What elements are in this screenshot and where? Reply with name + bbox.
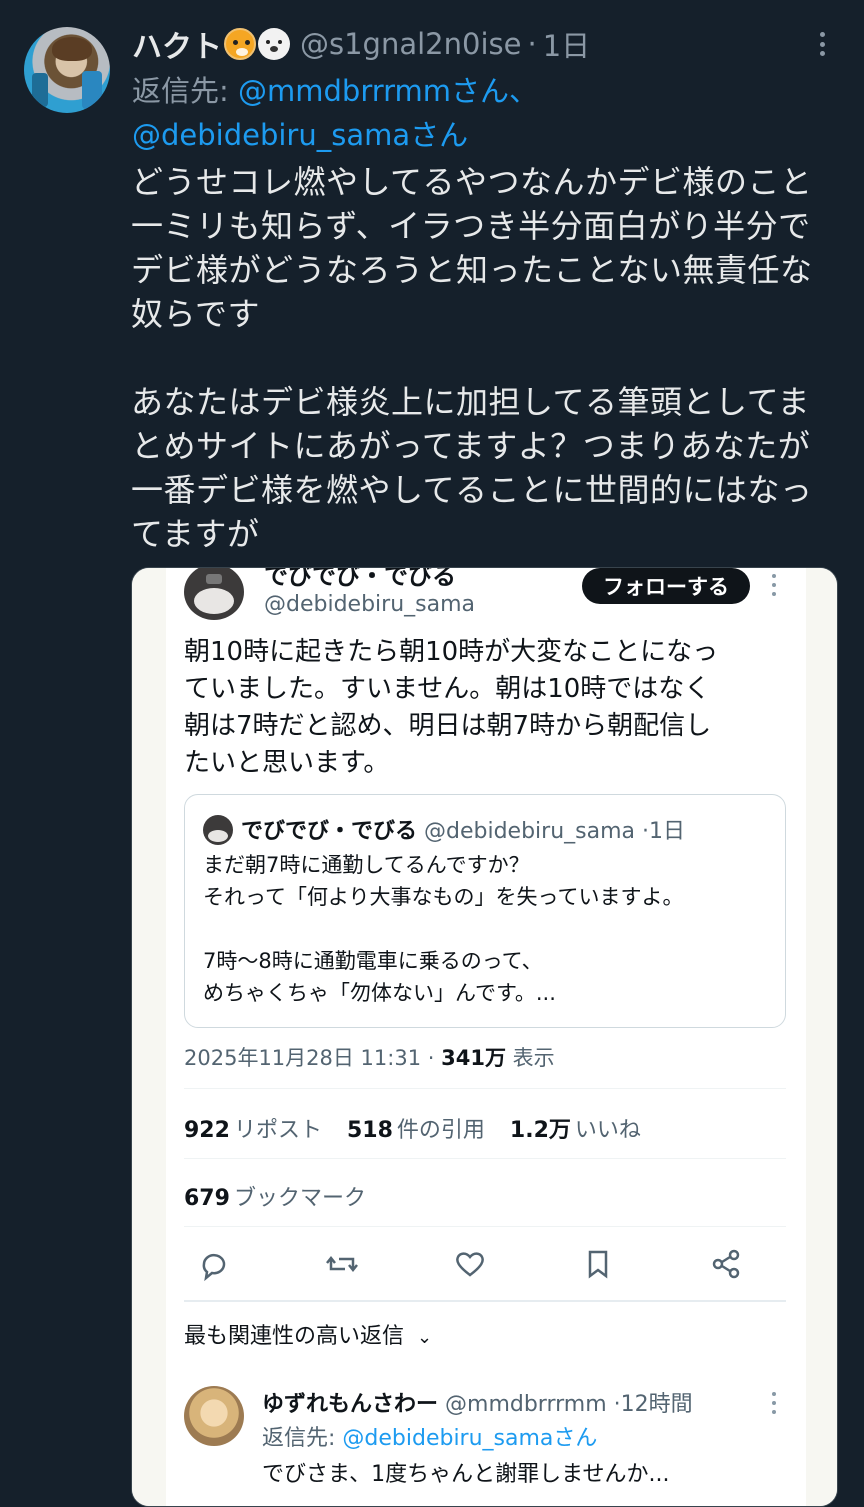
screenshot-relevant-replies: 最も関連性の高い返信 ⌄	[184, 1318, 432, 1350]
likes-label: いいね	[574, 1118, 641, 1143]
body-line: あなたはデビ様炎上に加担してる筆頭としてま	[131, 383, 810, 421]
user-handle[interactable]: @s1gnal2n0ise	[300, 27, 521, 61]
screenshot-tweet-text: 朝10時に起きたら朝10時が大変なことになっ ていました。すいません。朝は10時…	[184, 634, 784, 782]
quote-text: まだ朝7時に通勤してるんですか？ それって「何より大事なもの」を失っていますよ。…	[203, 849, 773, 1009]
quote-header: でびでび・でびる @debidebiru_sama ·1日	[241, 813, 685, 845]
quote-separator: ·	[642, 819, 650, 844]
quotes-label: 件の引用	[396, 1118, 485, 1143]
tweet-body: どうせコレ燃やしてるやつなんかデビ様のこと 一ミリも知らず、イラつき半分面白がり…	[131, 160, 841, 556]
quotes-count: 518	[346, 1118, 393, 1143]
quote-line: めちゃくちゃ「勿体ない」んです。...	[203, 981, 556, 1005]
quote-blank-line	[203, 913, 773, 945]
screenshot-bookmarks: 679 ブックマーク	[184, 1180, 366, 1212]
display-name[interactable]: ハクト	[132, 22, 222, 66]
screenshot-avatar	[184, 568, 244, 620]
reposts-label: リポスト	[233, 1118, 322, 1143]
reply-separator: ·	[613, 1392, 621, 1417]
screenshot-text-line: ていました。すいません。朝は10時ではなく	[184, 674, 711, 704]
body-line: 一ミリも知らず、イラつき半分面白がり半分で	[131, 207, 811, 245]
polar-bear-emoji-icon	[258, 28, 290, 60]
screenshot-follow-button: フォローする	[582, 568, 750, 604]
reply-to-link-debidebiru[interactable]: @debidebiru_samaさん	[132, 118, 468, 152]
relevant-label: 最も関連性の高い返信	[184, 1324, 405, 1349]
screenshot-more-icon	[770, 574, 778, 596]
reply-to-line: 返信先: @mmdbrrrmmさん、	[132, 68, 538, 110]
screenshot-text-line: 朝10時に起きたら朝10時が大変なことになっ	[184, 637, 719, 667]
tweet[interactable]: ハクト @s1gnal2n0ise · 1日 返信先: @mmdbrrrmmさん…	[0, 0, 864, 1507]
reply-icon	[202, 1253, 226, 1282]
share-icon	[712, 1249, 740, 1279]
body-line: 奴らです	[131, 295, 261, 333]
screenshot-handle: @debidebiru_sama	[264, 592, 475, 617]
chevron-down-icon: ⌄	[417, 1327, 433, 1348]
user-avatar[interactable]	[24, 27, 110, 113]
screenshot-text-line: 朝は7時だと認め、明日は朝7時から朝配信し	[184, 711, 712, 741]
tweet-header: ハクト @s1gnal2n0ise · 1日	[132, 22, 590, 66]
more-options-icon[interactable]	[812, 28, 832, 60]
reply-handle: @mmdbrrrmm	[445, 1392, 607, 1417]
screenshot-display-name: でびでび・でびる	[264, 567, 456, 590]
reply-reply-to: 返信先: @debidebiru_samaさん	[262, 1420, 597, 1452]
reposts-count: 922	[184, 1118, 230, 1143]
reply-to-link-mmdbrrrmm[interactable]: @mmdbrrrmmさん、	[238, 74, 538, 108]
screenshot-action-bar	[194, 1242, 774, 1286]
like-icon	[456, 1252, 484, 1277]
bookmarks-count: 679	[184, 1186, 230, 1211]
quote-avatar	[203, 815, 233, 845]
reply-time: 12時間	[620, 1392, 693, 1417]
screenshot-views-label: 表示	[505, 1046, 555, 1070]
post-time[interactable]: 1日	[543, 23, 590, 65]
body-line: 一番デビ様を燃やしてることに世間的にはなっ	[131, 471, 813, 509]
attached-screenshot-image[interactable]: でびでび・でびる @debidebiru_sama フォローする 朝10時に起き…	[131, 567, 838, 1507]
body-line: てますが	[131, 515, 260, 553]
repost-icon	[326, 1255, 358, 1273]
quote-time: 1日	[649, 819, 686, 844]
screenshot-text-line: たいと思います。	[184, 748, 390, 778]
quote-name: でびでび・でびる	[241, 819, 418, 844]
reply-more-icon	[770, 1392, 778, 1414]
screenshot-timestamp-views: 2025年11月28日 11:31 · 341万 表示	[184, 1042, 555, 1072]
body-line: どうせコレ燃やしてるやつなんかデビ様のこと	[131, 163, 813, 201]
reply-text: でびさま、1度ちゃんと謝罪しませんか...	[262, 1462, 670, 1487]
separator: ·	[527, 27, 537, 61]
bookmarks-label: ブックマーク	[233, 1186, 366, 1211]
quote-line: 7時〜8時に通勤電車に乗るのって、	[203, 949, 543, 973]
reply-reply-to-user: @debidebiru_samaさん	[342, 1426, 598, 1451]
quote-line: それって「何より大事なもの」を失っていますよ。	[203, 885, 684, 909]
body-line: とめサイトにあがってますよ？つまりあなたが	[131, 427, 811, 465]
screenshot-timestamp: 2025年11月28日 11:31 ·	[184, 1046, 442, 1070]
tiger-emoji-icon	[224, 28, 256, 60]
bookmark-icon	[588, 1250, 608, 1279]
screenshot-quote-tweet: でびでび・でびる @debidebiru_sama ·1日 まだ朝7時に通勤して…	[184, 794, 786, 1028]
quote-handle: @debidebiru_sama	[424, 819, 636, 844]
body-line: デビ様がどうなろうと知ったことない無責任な	[131, 251, 813, 289]
reply-header: ゆずれもんさわー @mmdbrrrmm ·12時間	[262, 1386, 693, 1418]
reply-to-prefix: 返信先:	[132, 74, 238, 108]
screenshot-views-count: 341万	[441, 1046, 506, 1070]
quote-line: まだ朝7時に通勤してるんですか？	[203, 853, 530, 877]
screenshot-stats: 922 リポスト 518 件の引用 1.2万 いいね	[184, 1112, 641, 1144]
reply-name: ゆずれもんさわー	[262, 1392, 439, 1417]
reply-avatar	[184, 1386, 244, 1446]
reply-reply-to-prefix: 返信先:	[262, 1426, 343, 1451]
likes-count: 1.2万	[509, 1118, 571, 1143]
reply-to-line-2: @debidebiru_samaさん	[132, 112, 468, 154]
